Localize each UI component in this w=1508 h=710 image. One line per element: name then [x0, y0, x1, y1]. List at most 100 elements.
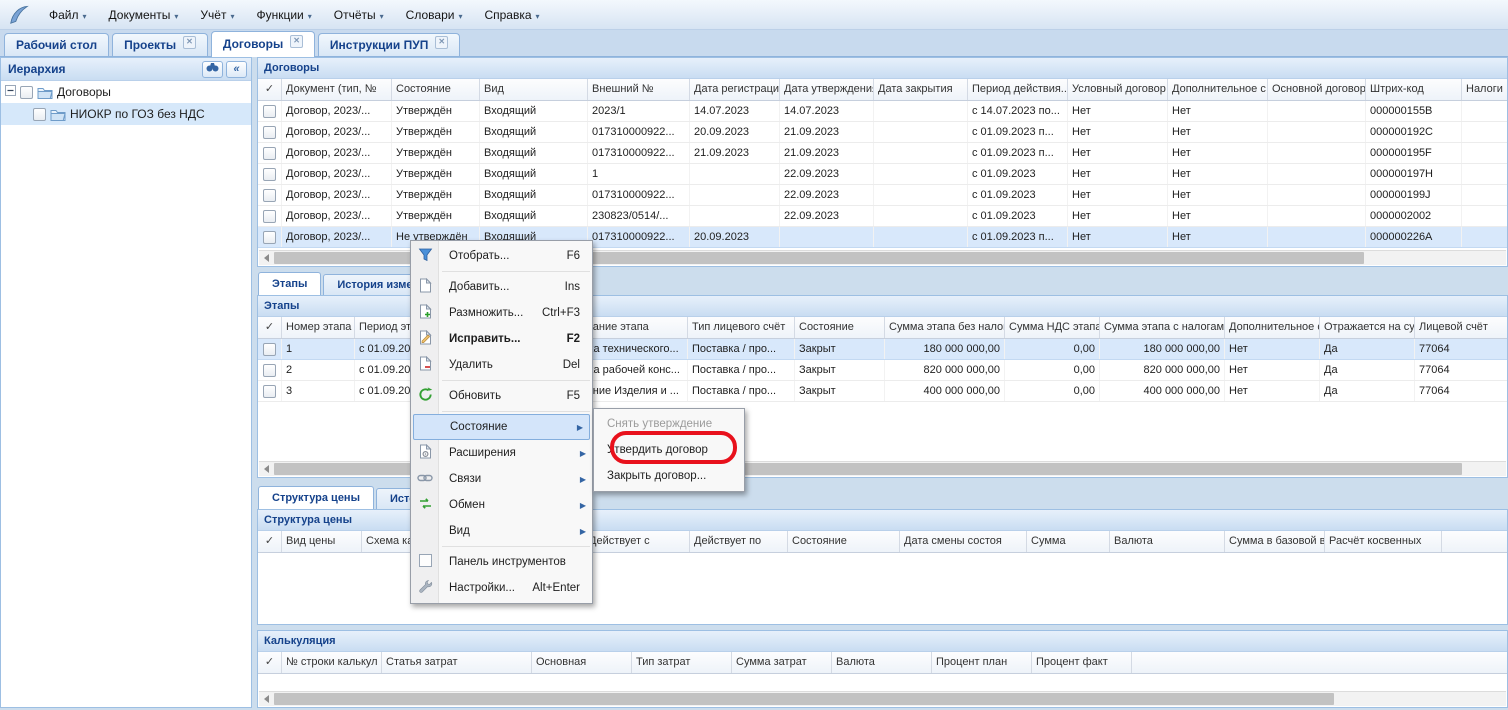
- column-header[interactable]: Статья затрат: [382, 652, 532, 673]
- menu-item-links[interactable]: Связи▶: [411, 466, 592, 492]
- column-header[interactable]: Дополнительное с: [1225, 317, 1320, 338]
- column-header[interactable]: Вид цены: [282, 531, 362, 552]
- calculation-h-scrollbar[interactable]: [259, 691, 1506, 706]
- table-row[interactable]: Договор, 2023/...УтверждёнВходящий230823…: [258, 206, 1507, 227]
- column-header[interactable]: Лицевой счёт: [1415, 317, 1508, 338]
- menubar-item[interactable]: Отчёты▾: [323, 4, 395, 26]
- column-header[interactable]: Внешний №: [588, 79, 690, 100]
- menu-item-delete[interactable]: УдалитьDel: [411, 352, 592, 378]
- row-checkbox[interactable]: [263, 343, 276, 356]
- row-checkbox[interactable]: [263, 385, 276, 398]
- row-checkbox[interactable]: [263, 147, 276, 160]
- column-header[interactable]: Расчёт косвенных: [1325, 531, 1442, 552]
- tree-checkbox[interactable]: [20, 86, 33, 99]
- column-header[interactable]: Дата регистрации.: [690, 79, 780, 100]
- column-header[interactable]: Процент план: [932, 652, 1032, 673]
- row-checkbox[interactable]: [263, 231, 276, 244]
- tree-checkbox[interactable]: [33, 108, 46, 121]
- main-tab-0[interactable]: Рабочий стол: [4, 33, 109, 56]
- column-header[interactable]: Состояние: [788, 531, 900, 552]
- main-tab-1[interactable]: Проекты✕: [112, 33, 208, 56]
- column-header[interactable]: Действует по: [690, 531, 788, 552]
- menu-item-state[interactable]: Состояние▶: [413, 414, 590, 440]
- scrollbar-thumb[interactable]: [274, 693, 1334, 705]
- column-header[interactable]: Условный договор: [1068, 79, 1168, 100]
- row-checkbox[interactable]: [263, 126, 276, 139]
- main-tab-2[interactable]: Договоры✕: [211, 31, 315, 57]
- table-row[interactable]: Договор, 2023/...УтверждёнВходящий2023/1…: [258, 101, 1507, 122]
- main-tab-3[interactable]: Инструкции ПУП✕: [318, 33, 460, 56]
- column-header[interactable]: № строки калькул: [282, 652, 382, 673]
- menubar-item[interactable]: Файл▾: [38, 4, 98, 26]
- row-checkbox[interactable]: [263, 189, 276, 202]
- column-header[interactable]: Сумма в базовой в: [1225, 531, 1325, 552]
- column-header[interactable]: Основной договор: [1268, 79, 1366, 100]
- column-header[interactable]: Валюта: [832, 652, 932, 673]
- column-header[interactable]: Тип затрат: [632, 652, 732, 673]
- column-header[interactable]: Отражается на сумму: [1320, 317, 1415, 338]
- check-column-header[interactable]: ✓: [258, 79, 282, 100]
- column-header[interactable]: Вид: [480, 79, 588, 100]
- column-header[interactable]: Штрих-код: [1366, 79, 1462, 100]
- menubar-item[interactable]: Документы▾: [98, 4, 190, 26]
- table-row[interactable]: Договор, 2023/...УтверждёнВходящий017310…: [258, 143, 1507, 164]
- menu-item-filter[interactable]: Отобрать...F6: [411, 243, 592, 269]
- stages-tab-0[interactable]: Этапы: [258, 272, 321, 295]
- tab-close-icon[interactable]: ✕: [183, 36, 196, 49]
- menubar-item[interactable]: Учёт▾: [189, 4, 245, 26]
- column-header[interactable]: Действует с: [585, 531, 690, 552]
- row-checkbox[interactable]: [263, 168, 276, 181]
- column-header[interactable]: Документ (тип, №: [282, 79, 392, 100]
- table-row[interactable]: Договор, 2023/...УтверждёнВходящий017310…: [258, 185, 1507, 206]
- scroll-left-arrow-icon[interactable]: [259, 251, 274, 265]
- column-header[interactable]: Сумма этапа с налогами: [1100, 317, 1225, 338]
- search-button[interactable]: [202, 61, 223, 78]
- column-header[interactable]: Дополнительное с: [1168, 79, 1268, 100]
- row-checkbox[interactable]: [263, 210, 276, 223]
- table-row[interactable]: Договор, 2023/...УтверждёнВходящий017310…: [258, 122, 1507, 143]
- column-header[interactable]: Дата утверждения: [780, 79, 874, 100]
- menu-item-toolbar-panel[interactable]: Панель инструментов: [411, 549, 592, 575]
- column-header[interactable]: Состояние: [795, 317, 885, 338]
- scroll-left-arrow-icon[interactable]: [259, 462, 274, 476]
- row-checkbox[interactable]: [263, 105, 276, 118]
- scroll-left-arrow-icon[interactable]: [259, 692, 274, 706]
- table-row[interactable]: Договор, 2023/...УтверждёнВходящий122.09…: [258, 164, 1507, 185]
- column-header[interactable]: Сумма НДС этапа: [1005, 317, 1100, 338]
- tree-node[interactable]: НИОКР по ГОЗ без НДС: [1, 103, 251, 125]
- column-header[interactable]: Состояние: [392, 79, 480, 100]
- column-header[interactable]: Период действия..: [968, 79, 1068, 100]
- column-header[interactable]: Основная: [532, 652, 632, 673]
- column-header[interactable]: Сумма этапа без налогов: [885, 317, 1005, 338]
- collapse-sidebar-button[interactable]: «: [226, 61, 247, 78]
- menu-item-duplicate[interactable]: Размножить...Ctrl+F3: [411, 300, 592, 326]
- submenu-item-close-contract[interactable]: Закрыть договор...: [594, 463, 744, 489]
- menu-item-settings[interactable]: Настройки...Alt+Enter: [411, 575, 592, 601]
- menubar-item[interactable]: Справка▾: [473, 4, 550, 26]
- menu-item-view[interactable]: Вид▶: [411, 518, 592, 544]
- column-header[interactable]: Дата смены состоя: [900, 531, 1027, 552]
- column-header[interactable]: Сумма затрат: [732, 652, 832, 673]
- column-header[interactable]: Тип лицевого счёт: [688, 317, 795, 338]
- column-header[interactable]: Налоги: [1462, 79, 1508, 100]
- column-header[interactable]: Валюта: [1110, 531, 1225, 552]
- menu-item-refresh[interactable]: ОбновитьF5: [411, 383, 592, 409]
- menu-item-extensions[interactable]: Расширения▶: [411, 440, 592, 466]
- tree-node[interactable]: Договоры: [1, 81, 251, 103]
- menu-item-edit[interactable]: Исправить...F2: [411, 326, 592, 352]
- column-header[interactable]: Дата закрытия: [874, 79, 968, 100]
- row-checkbox[interactable]: [263, 364, 276, 377]
- tab-close-icon[interactable]: ✕: [290, 35, 303, 48]
- column-header[interactable]: Сумма: [1027, 531, 1110, 552]
- check-column-header[interactable]: ✓: [258, 531, 282, 552]
- menu-item-add[interactable]: Добавить...Ins: [411, 274, 592, 300]
- check-column-header[interactable]: ✓: [258, 652, 282, 673]
- price_structure-tab-0[interactable]: Структура цены: [258, 486, 374, 509]
- check-column-header[interactable]: ✓: [258, 317, 282, 338]
- column-header[interactable]: Процент факт: [1032, 652, 1132, 673]
- column-header[interactable]: Номер этапа: [282, 317, 355, 338]
- menu-item-exchange[interactable]: Обмен▶: [411, 492, 592, 518]
- menubar-item[interactable]: Словари▾: [395, 4, 474, 26]
- menubar-item[interactable]: Функции▾: [245, 4, 322, 26]
- expand-toggle[interactable]: [5, 85, 16, 99]
